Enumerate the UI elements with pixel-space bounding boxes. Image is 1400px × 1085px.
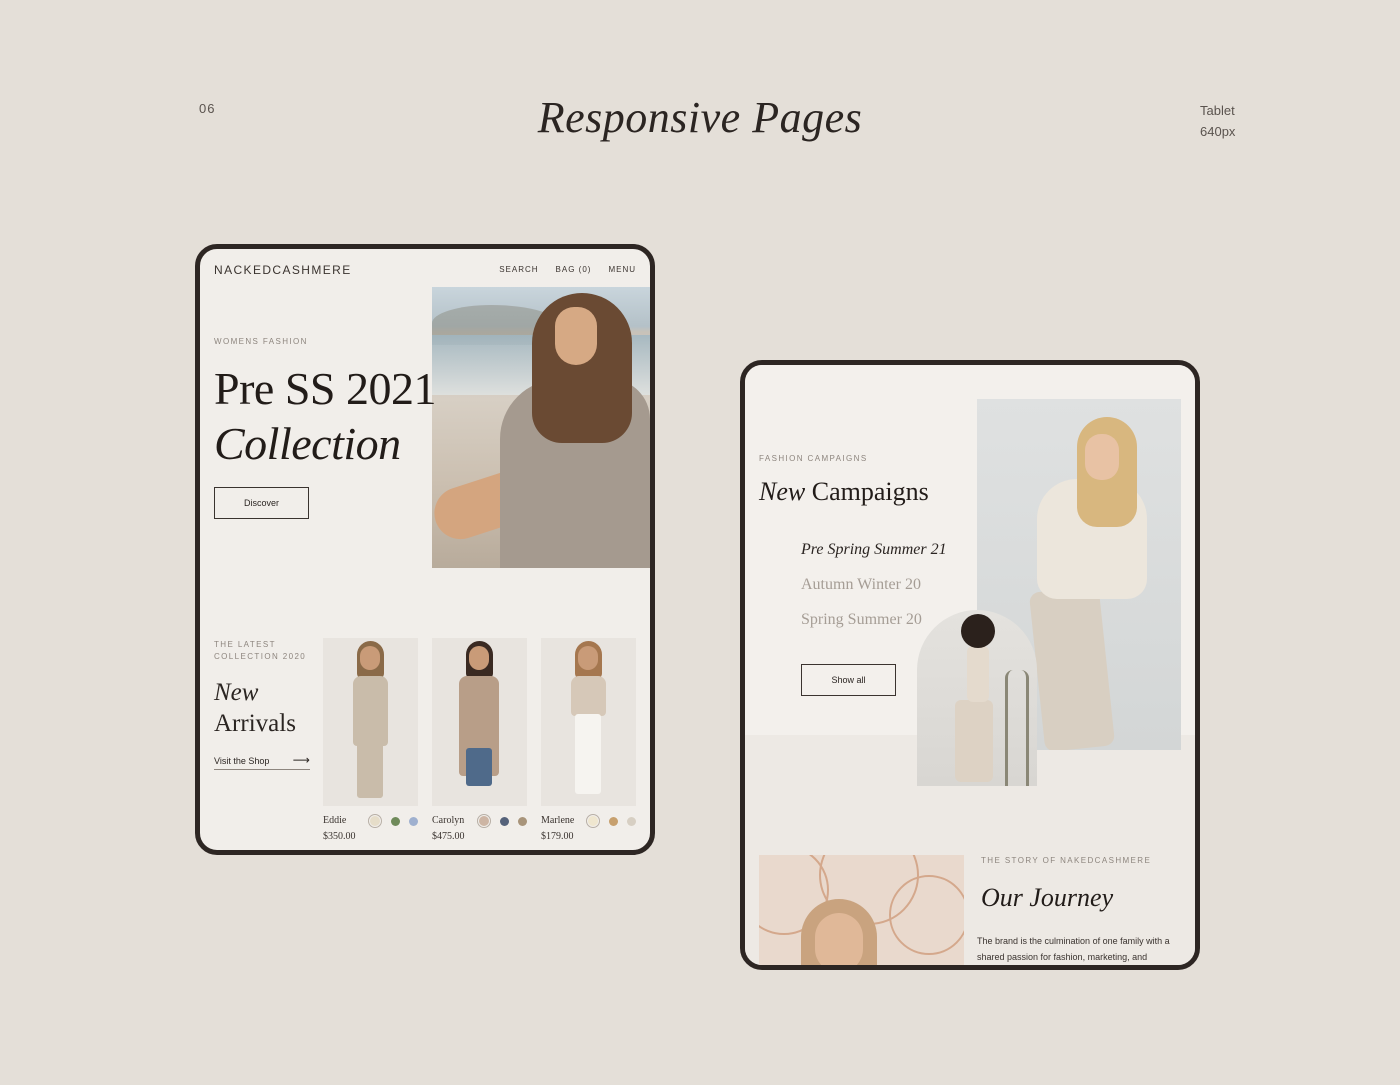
swatch[interactable] — [609, 816, 618, 826]
journey-text: The brand is the culmination of one fami… — [977, 936, 1170, 962]
product-image[interactable] — [541, 638, 636, 806]
campaigns-title-italic: New — [759, 477, 806, 506]
product-name: Marlene — [541, 815, 575, 826]
swatch-selected[interactable] — [477, 814, 491, 828]
hero-title: Pre SS 2021 Collection — [214, 361, 436, 471]
journey-image — [759, 855, 964, 965]
device-name: Tablet — [1200, 103, 1235, 118]
visit-shop-link[interactable]: Visit the Shop ⟶ — [214, 753, 310, 770]
tablet-campaigns-screen: FASHION CAMPAIGNS New Campaigns Pre Spri… — [740, 360, 1200, 970]
swatch[interactable] — [391, 816, 400, 826]
journey-title: Our Journey — [981, 883, 1114, 912]
new-arrivals-title-line2: Arrivals — [214, 710, 296, 737]
swatch[interactable] — [409, 816, 418, 826]
tablet-home-screen: NACKEDCASHMERE SEARCH BAG (0) MENU WOMEN… — [195, 244, 655, 855]
product-card[interactable]: Carolyn $475.00 — [432, 638, 527, 848]
eyebrow-line2: COLLECTION 2020 — [214, 652, 307, 661]
device-label: Tablet 640px — [1200, 100, 1235, 142]
campaigns-title-rest: Campaigns — [811, 477, 929, 506]
hero-title-line2: Collection — [214, 418, 401, 469]
product-name: Eddie — [323, 815, 347, 826]
campaign-link[interactable]: Spring Summer 20 — [801, 611, 922, 629]
show-all-button[interactable]: Show all — [801, 664, 896, 696]
swatch[interactable] — [500, 816, 509, 826]
product-name: Carolyn — [432, 815, 465, 826]
story-eyebrow: THE STORY OF NAKEDCASHMERE — [981, 856, 1152, 865]
swatch[interactable] — [518, 816, 527, 826]
product-image[interactable] — [323, 638, 418, 806]
hero-title-line1: Pre SS 2021 — [214, 363, 436, 414]
product-card[interactable]: Eddie $350.00 — [323, 638, 418, 848]
page-title: Responsive Pages — [537, 93, 863, 142]
campaigns-eyebrow: FASHION CAMPAIGNS — [759, 454, 868, 463]
arrow-right-icon: ⟶ — [292, 753, 310, 767]
color-swatches — [477, 814, 527, 828]
color-swatches — [368, 814, 418, 828]
new-arrivals-eyebrow: THE LATEST COLLECTION 2020 — [214, 639, 306, 663]
nav-search[interactable]: SEARCH — [499, 265, 538, 274]
visit-shop-label: Visit the Shop — [214, 756, 270, 766]
hero-image — [432, 287, 650, 568]
product-price: $179.00 — [541, 831, 574, 842]
product-card[interactable]: Marlene $179.00 — [541, 638, 636, 848]
nav-bag[interactable]: BAG (0) — [556, 265, 592, 274]
device-width: 640px — [1200, 124, 1236, 139]
nav-menu[interactable]: MENU — [608, 265, 636, 274]
eyebrow-line1: THE LATEST — [214, 640, 276, 649]
campaigns-title: New Campaigns — [759, 477, 929, 507]
color-swatches — [586, 814, 636, 828]
hero-eyebrow: WOMENS FASHION — [214, 337, 308, 346]
top-nav: SEARCH BAG (0) MENU — [499, 265, 636, 274]
brand-logo[interactable]: NACKEDCASHMERE — [214, 263, 352, 277]
campaign-arch-image — [917, 610, 1037, 786]
campaign-link[interactable]: Autumn Winter 20 — [801, 576, 921, 594]
swatch-selected[interactable] — [368, 814, 382, 828]
campaign-link-active[interactable]: Pre Spring Summer 21 — [801, 541, 947, 559]
product-image[interactable] — [432, 638, 527, 806]
product-price: $475.00 — [432, 831, 465, 842]
swatch[interactable] — [627, 816, 636, 826]
discover-button[interactable]: Discover — [214, 487, 309, 519]
new-arrivals-title-line1: New — [214, 679, 259, 706]
swatch-selected[interactable] — [586, 814, 600, 828]
product-price: $350.00 — [323, 831, 356, 842]
new-arrivals-title: New Arrivals — [214, 677, 296, 739]
